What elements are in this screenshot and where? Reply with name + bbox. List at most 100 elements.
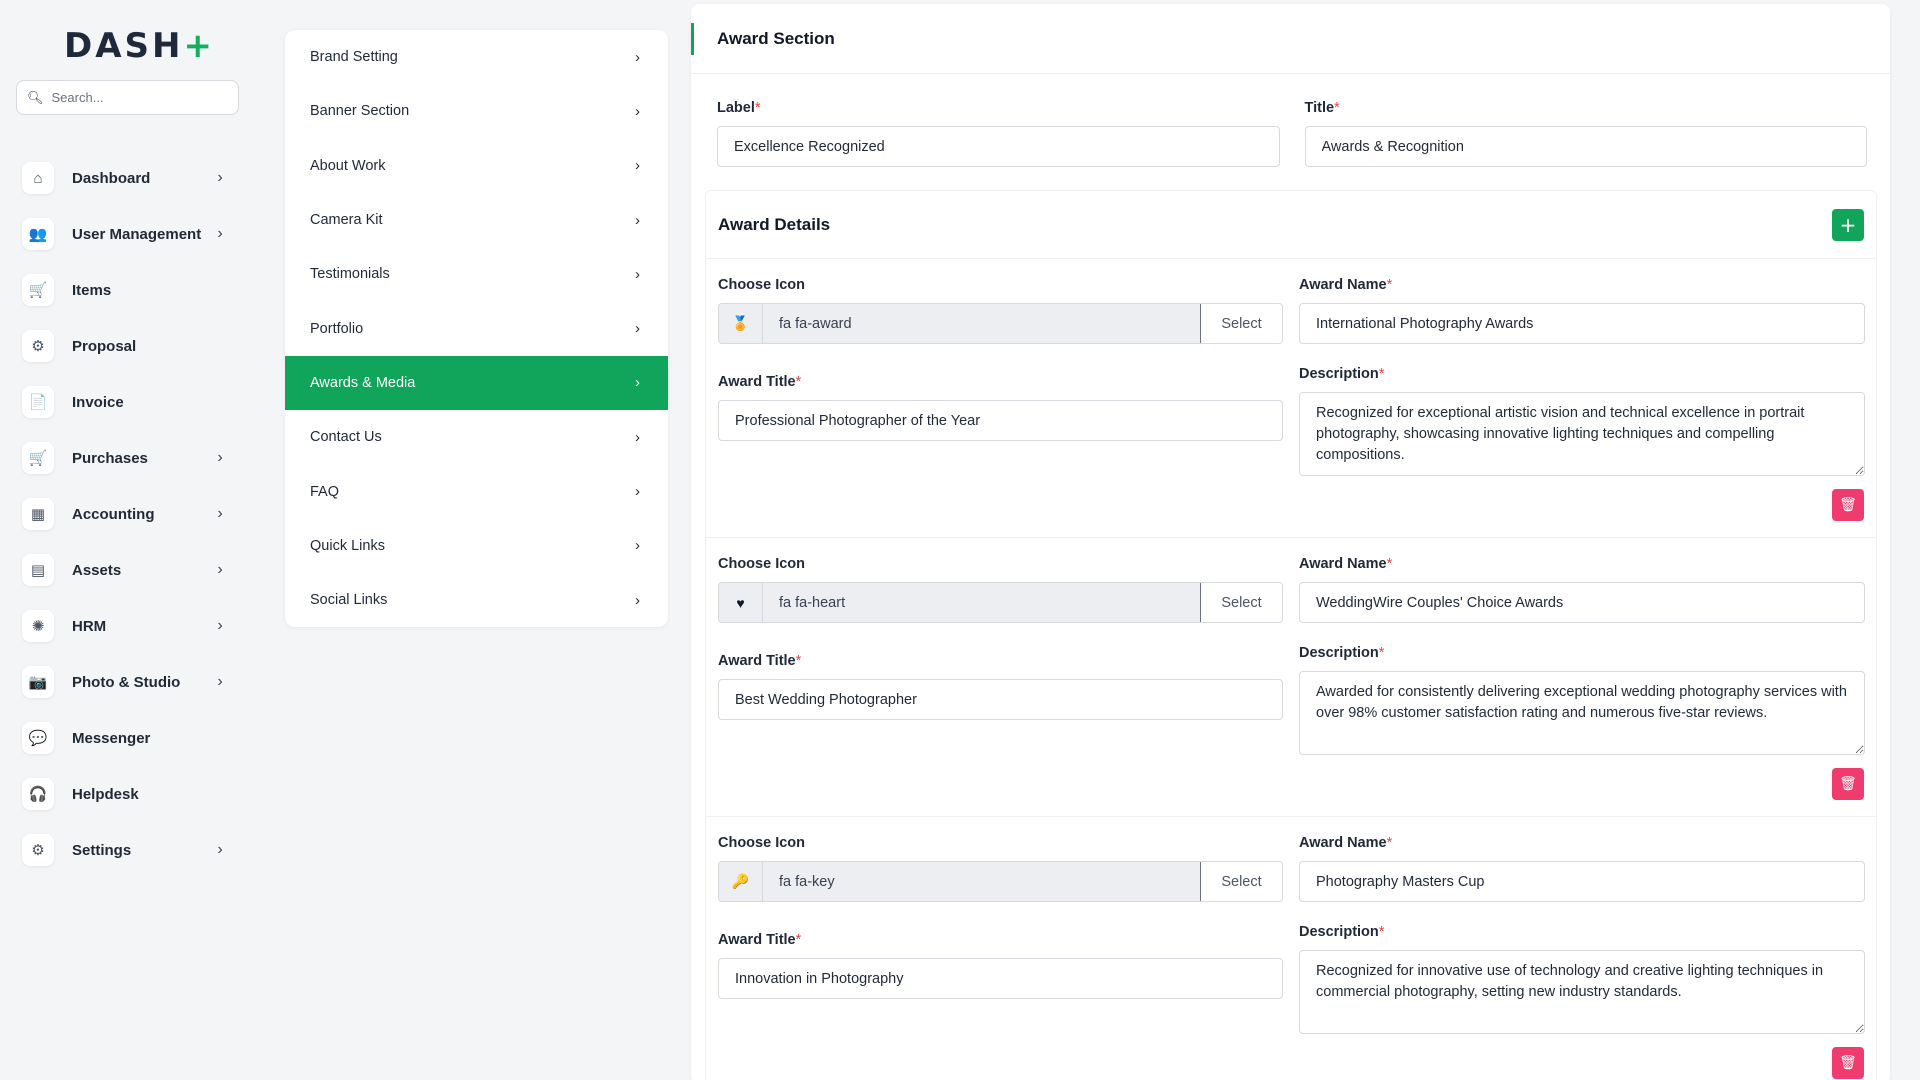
award-name-label: Award Name* bbox=[1299, 556, 1393, 572]
description-textarea[interactable]: Recognized for exceptional artistic visi… bbox=[1299, 392, 1865, 476]
select-icon-button[interactable]: Select bbox=[1200, 862, 1282, 901]
delete-award-button[interactable]: 🗑 bbox=[1832, 1047, 1864, 1079]
sidebar-item-settings[interactable]: ⚙ Settings › bbox=[22, 822, 242, 878]
award-title-label: Award Title* bbox=[718, 653, 802, 669]
section-fields: Label* Title* bbox=[717, 100, 1867, 167]
sidebar-item-hrm[interactable]: ✺ HRM › bbox=[22, 598, 242, 654]
award-item: Choose Icon 🔑 Select Award Title* Award Name… bbox=[706, 817, 1876, 1080]
description-label: Description* bbox=[1299, 645, 1385, 661]
purchases-icon: 🛒 bbox=[22, 442, 54, 474]
award-name-input[interactable] bbox=[1299, 303, 1865, 344]
menu-item-label: Awards & Media bbox=[310, 374, 416, 391]
chevron-right-icon: › bbox=[217, 169, 223, 186]
menu-item-label: Portfolio bbox=[310, 320, 364, 337]
sidebar-item-helpdesk[interactable]: 🎧 Helpdesk bbox=[22, 766, 242, 822]
menu-item-portfolio[interactable]: Portfolio › bbox=[285, 301, 668, 355]
sidebar-item-items[interactable]: 🛒 Items bbox=[22, 262, 242, 318]
award-right-column: Award Name* Description* Recognized for in… bbox=[1299, 835, 1865, 1039]
sidebar-item-label: Messenger bbox=[72, 729, 151, 747]
sidebar-item-label: Invoice bbox=[72, 393, 124, 411]
sidebar-item-label: Items bbox=[72, 281, 112, 299]
description-textarea[interactable]: Awarded for consistently delivering exce… bbox=[1299, 671, 1865, 755]
select-icon-button[interactable]: Select bbox=[1200, 304, 1282, 343]
award-right-column: Award Name* Description* Recognized for ex… bbox=[1299, 277, 1865, 481]
menu-item-awards-media[interactable]: Awards & Media › bbox=[285, 355, 668, 411]
hrm-icon: ✺ bbox=[22, 610, 54, 642]
sidebar-item-accounting[interactable]: ▦ Accounting › bbox=[22, 486, 242, 542]
label-input[interactable] bbox=[717, 126, 1280, 167]
menu-item-contact-us[interactable]: Contact Us › bbox=[285, 410, 668, 464]
title-input[interactable] bbox=[1304, 126, 1867, 167]
award-title-input[interactable] bbox=[718, 400, 1283, 441]
add-award-button[interactable]: + bbox=[1832, 208, 1864, 241]
user-management-icon: 👥 bbox=[22, 218, 54, 250]
chevron-right-icon: › bbox=[635, 591, 640, 609]
award-title-label: Award Title* bbox=[718, 932, 802, 948]
sidebar-item-label: Accounting bbox=[72, 505, 155, 523]
menu-item-camera-kit[interactable]: Camera Kit › bbox=[285, 193, 668, 247]
sidebar-item-purchases[interactable]: 🛒 Purchases › bbox=[22, 430, 242, 486]
menu-item-banner-section[interactable]: Banner Section › bbox=[285, 84, 668, 138]
search-icon: 🔍︎ bbox=[27, 89, 44, 105]
delete-award-button[interactable]: 🗑 bbox=[1832, 768, 1864, 800]
messenger-icon: 💬 bbox=[22, 722, 54, 754]
search-input[interactable] bbox=[51, 90, 232, 105]
menu-item-quick-links[interactable]: Quick Links › bbox=[285, 519, 668, 573]
items-icon: 🛒 bbox=[22, 274, 54, 306]
delete-award-button[interactable]: 🗑 bbox=[1832, 489, 1864, 521]
award-item: Choose Icon ♥ Select Award Title* Award Name… bbox=[706, 538, 1876, 817]
chevron-right-icon: › bbox=[217, 225, 223, 242]
sidebar-item-user-management[interactable]: 👥 User Management › bbox=[22, 206, 242, 262]
settings-menu: Brand Setting › Banner Section › About Work ›… bbox=[285, 30, 668, 627]
sidebar-item-assets[interactable]: ▤ Assets › bbox=[22, 542, 242, 598]
sidebar-item-photo-studio[interactable]: 📷 Photo & Studio › bbox=[22, 654, 242, 710]
sidebar-item-invoice[interactable]: 📄 Invoice bbox=[22, 374, 242, 430]
menu-item-label: Brand Setting bbox=[310, 49, 398, 66]
menu-item-label: Contact Us bbox=[310, 429, 382, 446]
select-icon-button[interactable]: Select bbox=[1200, 583, 1282, 622]
sidebar-item-label: User Management bbox=[72, 225, 202, 243]
sidebar-item-proposal[interactable]: ⚙ Proposal bbox=[22, 318, 242, 374]
settings-icon: ⚙ bbox=[22, 834, 54, 866]
icon-class-input[interactable] bbox=[763, 304, 1200, 343]
award-icon-preview-icon: 🏅 bbox=[719, 304, 763, 343]
sidebar-item-messenger[interactable]: 💬 Messenger bbox=[22, 710, 242, 766]
search-box[interactable]: 🔍︎ bbox=[16, 80, 239, 115]
menu-item-social-links[interactable]: Social Links › bbox=[285, 573, 668, 627]
icon-class-input[interactable] bbox=[763, 862, 1200, 901]
chevron-right-icon: › bbox=[635, 320, 640, 338]
award-title-input[interactable] bbox=[718, 679, 1283, 720]
choose-icon-label: Choose Icon bbox=[718, 277, 806, 293]
dashboard-icon: ⌂ bbox=[22, 162, 54, 194]
accounting-icon: ▦ bbox=[22, 498, 54, 530]
description-textarea[interactable]: Recognized for innovative use of technol… bbox=[1299, 950, 1865, 1034]
trash-icon: 🗑 bbox=[1839, 776, 1857, 792]
award-name-input[interactable] bbox=[1299, 861, 1865, 902]
menu-item-brand-setting[interactable]: Brand Setting › bbox=[285, 30, 668, 84]
chevron-right-icon: › bbox=[635, 428, 640, 446]
chevron-right-icon: › bbox=[635, 102, 640, 120]
menu-item-label: Camera Kit bbox=[310, 212, 383, 229]
menu-item-label: Social Links bbox=[310, 592, 388, 609]
chevron-right-icon: › bbox=[635, 537, 640, 555]
menu-item-label: Testimonials bbox=[310, 266, 390, 283]
sidebar-item-dashboard[interactable]: ⌂ Dashboard › bbox=[22, 150, 242, 206]
sidebar-item-label: Purchases bbox=[72, 449, 148, 467]
section-title: Award Section bbox=[717, 28, 835, 48]
menu-item-testimonials[interactable]: Testimonials › bbox=[285, 247, 668, 301]
menu-item-faq[interactable]: FAQ › bbox=[285, 464, 668, 518]
award-left-column: Choose Icon 🔑 Select Award Title* bbox=[718, 835, 1283, 999]
award-details-card: Award Details + Choose Icon 🏅 Select Award … bbox=[705, 190, 1877, 1080]
chevron-right-icon: › bbox=[217, 561, 223, 578]
invoice-icon: 📄 bbox=[22, 386, 54, 418]
award-title-input[interactable] bbox=[718, 958, 1283, 999]
menu-item-about-work[interactable]: About Work › bbox=[285, 139, 668, 193]
chevron-right-icon: › bbox=[635, 483, 640, 501]
icon-class-input[interactable] bbox=[763, 583, 1200, 622]
menu-item-label: Banner Section bbox=[310, 103, 410, 120]
dash-logo[interactable]: DASH+ bbox=[64, 26, 215, 66]
award-name-input[interactable] bbox=[1299, 582, 1865, 623]
choose-icon-label: Choose Icon bbox=[718, 835, 806, 851]
menu-item-label: Quick Links bbox=[310, 537, 385, 554]
sidebar-item-label: Assets bbox=[72, 561, 122, 579]
